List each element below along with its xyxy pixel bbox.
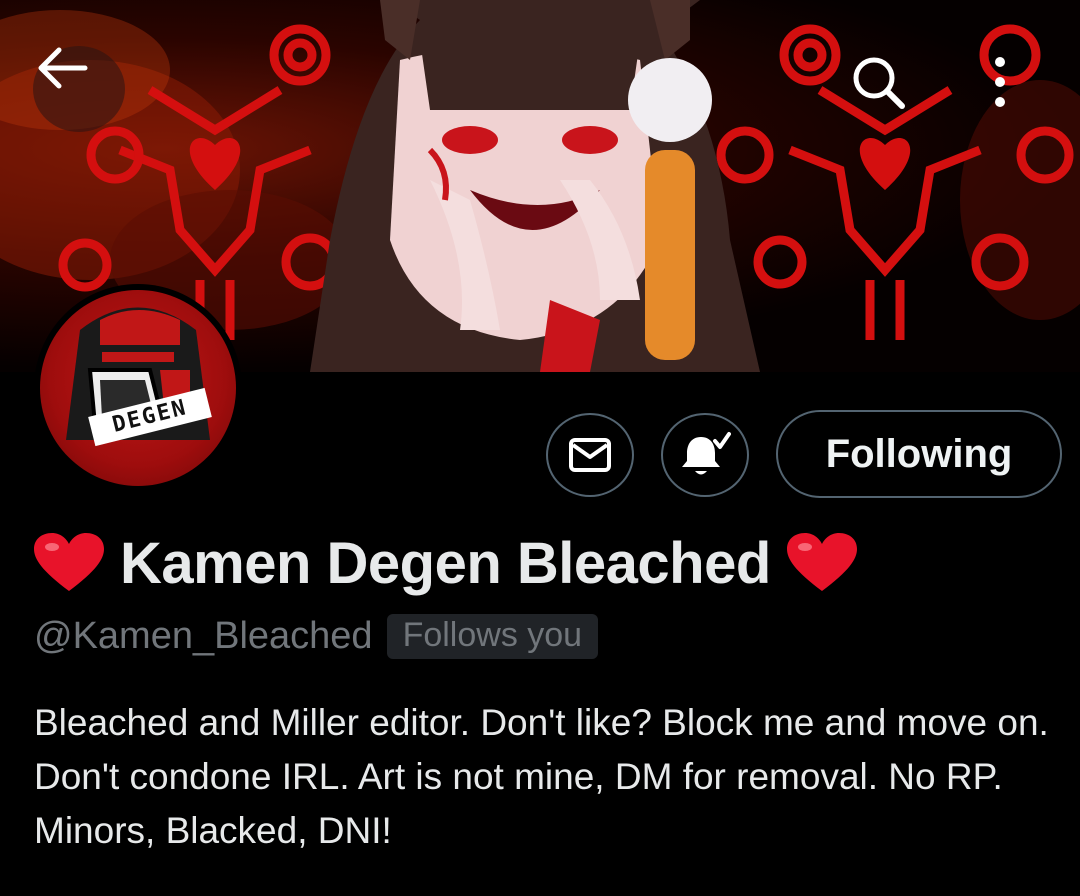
following-button[interactable]: Following xyxy=(776,410,1062,498)
bell-subscribed-icon xyxy=(682,432,731,475)
display-name: Kamen Degen Bleached xyxy=(120,530,771,596)
profile-bio: Bleached and Miller editor. Don't like? … xyxy=(34,702,1049,851)
search-icon xyxy=(853,57,905,109)
back-arrow-icon xyxy=(38,47,88,89)
avatar-image: DEGEN xyxy=(40,290,236,486)
more-options-button[interactable] xyxy=(990,52,1054,126)
notifications-button[interactable] xyxy=(661,413,749,497)
search-button[interactable] xyxy=(848,52,928,126)
red-heart-icon xyxy=(786,533,857,591)
profile-avatar[interactable]: DEGEN xyxy=(34,284,242,492)
degen-helmet-logo xyxy=(66,307,210,440)
display-name-row: Kamen Degen Bleached xyxy=(32,528,859,598)
envelope-icon xyxy=(569,438,611,472)
follows-you-badge: Follows you xyxy=(386,613,599,659)
red-heart-icon xyxy=(34,533,104,591)
handle-row: @Kamen_Bleached Follows you xyxy=(34,608,599,664)
more-vertical-icon xyxy=(995,57,1005,107)
message-button[interactable] xyxy=(546,413,634,497)
back-button[interactable] xyxy=(33,46,125,132)
profile-handle: @Kamen_Bleached xyxy=(34,614,373,657)
